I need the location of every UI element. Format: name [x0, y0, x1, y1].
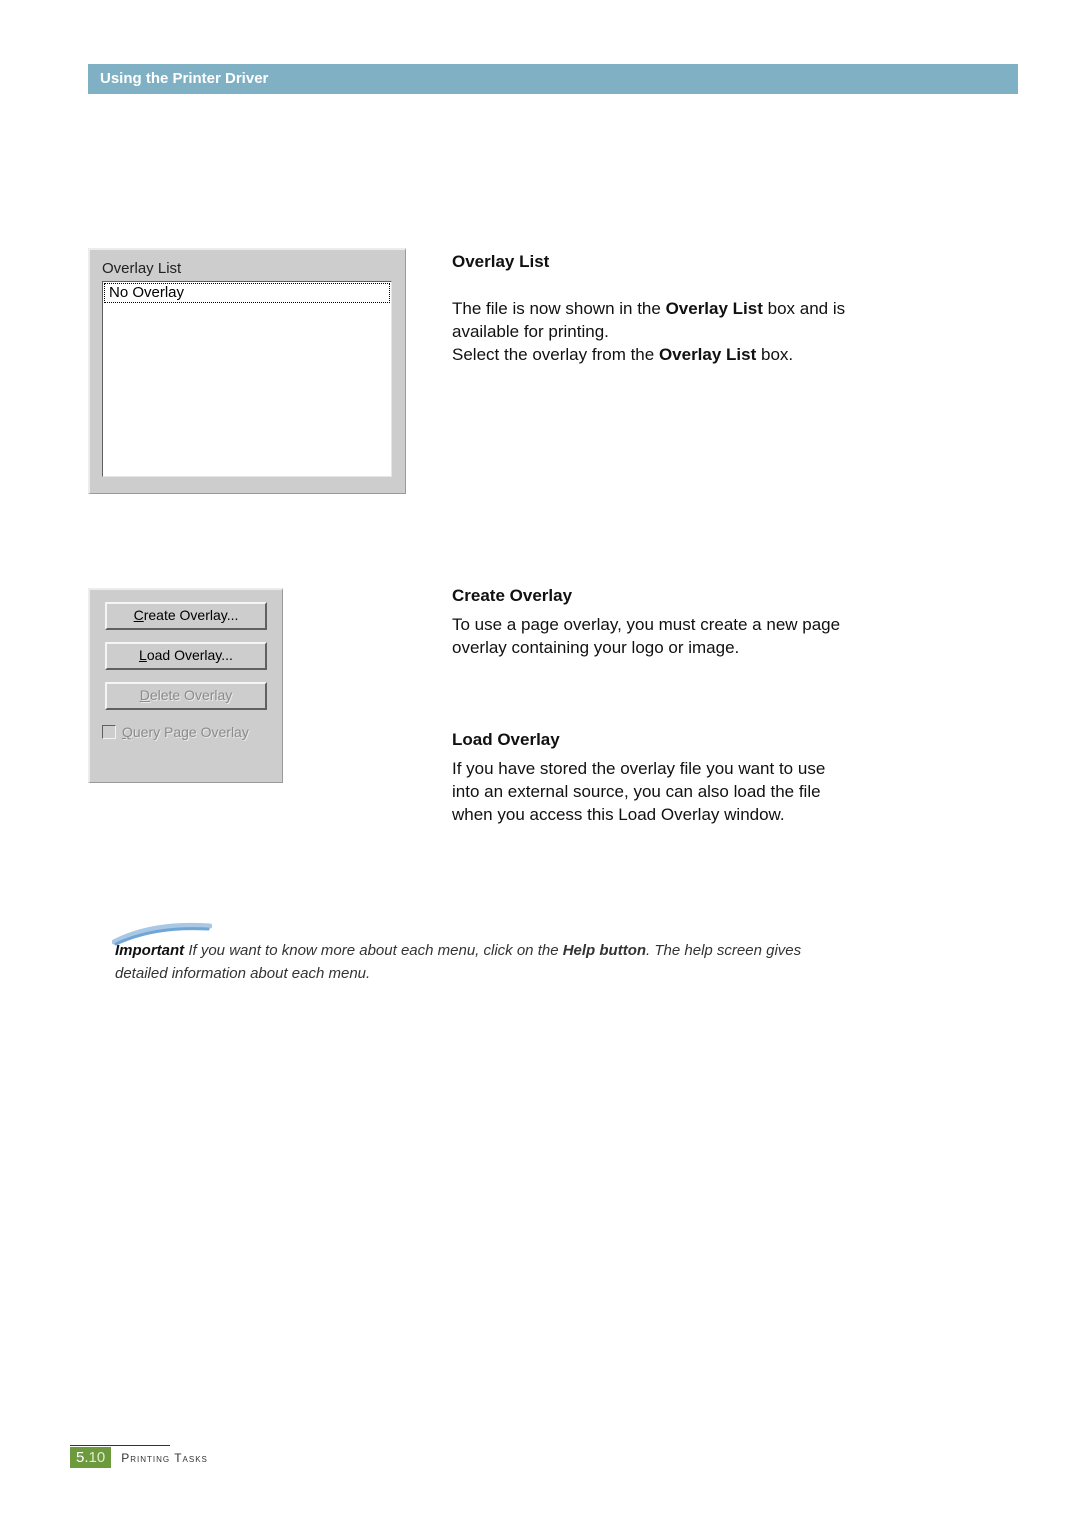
page-chapter: 5.: [76, 1449, 89, 1466]
delete-overlay-label: elete Overlay: [150, 687, 232, 703]
important-note: Important If you want to know more about…: [115, 940, 845, 985]
overlay-list-label: Overlay List: [102, 260, 393, 277]
overlay-list-box[interactable]: No Overlay: [102, 281, 392, 477]
heading-load-overlay: Load Overlay: [452, 730, 847, 750]
chapter-header-bar: Using the Printer Driver: [88, 64, 1018, 94]
list-item[interactable]: No Overlay: [104, 283, 390, 303]
overlay-buttons-panel: Create Overlay... Load Overlay... Delete…: [88, 588, 283, 783]
page-footer: 5.10 Printing Tasks: [70, 1447, 208, 1468]
load-overlay-label: oad Overlay...: [147, 647, 233, 663]
important-text-a: If you want to know more about each menu…: [184, 942, 563, 959]
page-number-badge: 5.10: [70, 1447, 111, 1468]
load-overlay-button[interactable]: Load Overlay...: [105, 642, 267, 670]
heading-create-overlay: Create Overlay: [452, 586, 847, 606]
paragraph-overlay-list: The file is now shown in the Overlay Lis…: [452, 298, 847, 367]
footer-section-label: Printing Tasks: [121, 1451, 208, 1465]
paragraph-load-overlay: If you have stored the overlay file you …: [452, 758, 847, 827]
delete-overlay-button: Delete Overlay: [105, 682, 267, 710]
query-page-overlay-label: uery Page Overlay: [133, 724, 249, 740]
page-num: 10: [89, 1449, 106, 1466]
important-lead: Important: [115, 942, 184, 959]
create-overlay-label: reate Overlay...: [144, 607, 239, 623]
query-page-overlay-checkbox-row: Query Page Overlay: [102, 724, 282, 740]
overlay-list-panel: Overlay List No Overlay: [88, 248, 406, 494]
create-overlay-button[interactable]: Create Overlay...: [105, 602, 267, 630]
chapter-header-text: Using the Printer Driver: [100, 70, 268, 87]
heading-overlay-list: Overlay List: [452, 252, 847, 272]
checkbox-icon: [102, 725, 116, 739]
footer-rule: [70, 1445, 170, 1446]
paragraph-create-overlay: To use a page overlay, you must create a…: [452, 614, 847, 660]
help-button-text: Help button: [563, 942, 646, 959]
